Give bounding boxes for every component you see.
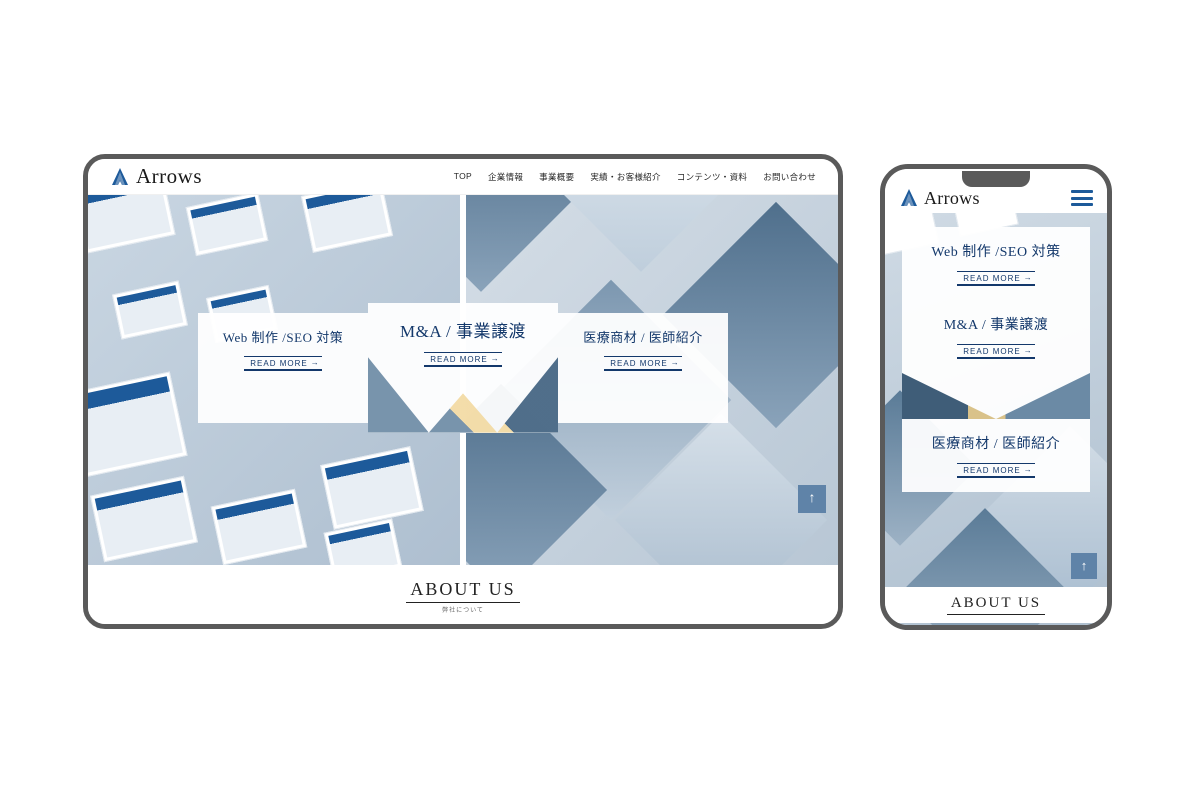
hero-section: Web 制作 /SEO 対策 READ MORE M&A / 事業譲渡 READ… bbox=[88, 195, 838, 565]
brand-logo-mark-icon bbox=[899, 188, 919, 208]
service-cards: Web 制作 /SEO 対策 READ MORE M&A / 事業譲渡 READ… bbox=[198, 313, 728, 433]
site-header: Arrows TOP 企業情報 事業概要 実績・お客様紹介 コンテンツ・資料 お… bbox=[88, 159, 838, 195]
read-more-link[interactable]: READ MORE bbox=[957, 271, 1034, 286]
mobile-body: Web 制作 /SEO 対策 READ MORE M&A / 事業譲渡 READ… bbox=[885, 213, 1107, 625]
service-title: Web 制作 /SEO 対策 bbox=[223, 327, 343, 346]
service-card-ma[interactable]: M&A / 事業譲渡 READ MORE bbox=[368, 303, 558, 433]
brand-logo-text: Arrows bbox=[924, 188, 980, 209]
scroll-to-top-button[interactable]: ↑ bbox=[798, 485, 826, 513]
service-title: 医療商材 / 医師紹介 bbox=[932, 433, 1060, 453]
about-us-section: ABOUT US bbox=[885, 587, 1107, 623]
service-card-medical[interactable]: 医療商材 / 医師紹介 READ MORE bbox=[558, 313, 728, 423]
about-heading: ABOUT US bbox=[406, 579, 519, 603]
service-title: M&A / 事業譲渡 bbox=[400, 317, 526, 342]
service-title: Web 制作 /SEO 対策 bbox=[931, 241, 1060, 261]
service-card-image bbox=[368, 357, 558, 432]
read-more-link[interactable]: READ MORE bbox=[244, 356, 321, 371]
read-more-link[interactable]: READ MORE bbox=[424, 352, 501, 367]
brand-logo-mark-icon bbox=[110, 167, 130, 187]
nav-contents[interactable]: コンテンツ・資料 bbox=[677, 171, 747, 183]
phone-notch bbox=[962, 171, 1030, 187]
service-title: 医療商材 / 医師紹介 bbox=[583, 327, 703, 346]
nav-contact[interactable]: お問い合わせ bbox=[763, 171, 816, 183]
nav-top[interactable]: TOP bbox=[454, 171, 472, 183]
brand-logo[interactable]: Arrows bbox=[110, 164, 202, 189]
desktop-preview: Arrows TOP 企業情報 事業概要 実績・お客様紹介 コンテンツ・資料 お… bbox=[83, 154, 843, 629]
service-card-web-seo[interactable]: Web 制作 /SEO 対策 READ MORE bbox=[198, 313, 368, 423]
service-card-medical[interactable]: 医療商材 / 医師紹介 READ MORE bbox=[902, 419, 1090, 492]
nav-works[interactable]: 実績・お客様紹介 bbox=[590, 171, 660, 183]
service-card-image bbox=[902, 373, 1090, 419]
read-more-link[interactable]: READ MORE bbox=[957, 463, 1034, 478]
hamburger-menu-icon[interactable] bbox=[1071, 190, 1093, 206]
arrow-up-icon: ↑ bbox=[1081, 558, 1088, 574]
main-nav: TOP 企業情報 事業概要 実績・お客様紹介 コンテンツ・資料 お問い合わせ bbox=[454, 171, 816, 183]
nav-business[interactable]: 事業概要 bbox=[539, 171, 574, 183]
read-more-link[interactable]: READ MORE bbox=[957, 344, 1034, 359]
about-subheading: 弊社について bbox=[442, 605, 484, 614]
scroll-to-top-button[interactable]: ↑ bbox=[1071, 553, 1097, 579]
nav-company[interactable]: 企業情報 bbox=[488, 171, 523, 183]
read-more-link[interactable]: READ MORE bbox=[604, 356, 681, 371]
service-card-ma[interactable]: M&A / 事業譲渡 READ MORE bbox=[902, 300, 1090, 419]
arrow-up-icon: ↑ bbox=[809, 491, 816, 507]
about-heading: ABOUT US bbox=[947, 595, 1045, 615]
mobile-preview: Arrows Web 制作 /SEO 対策 READ MORE M&A / 事業… bbox=[880, 164, 1112, 630]
about-us-section: ABOUT US 弊社について bbox=[88, 565, 838, 625]
service-title: M&A / 事業譲渡 bbox=[944, 314, 1049, 334]
service-card-web-seo[interactable]: Web 制作 /SEO 対策 READ MORE bbox=[902, 227, 1090, 300]
mobile-service-cards: Web 制作 /SEO 対策 READ MORE M&A / 事業譲渡 READ… bbox=[902, 227, 1090, 492]
brand-logo-text: Arrows bbox=[136, 164, 202, 189]
